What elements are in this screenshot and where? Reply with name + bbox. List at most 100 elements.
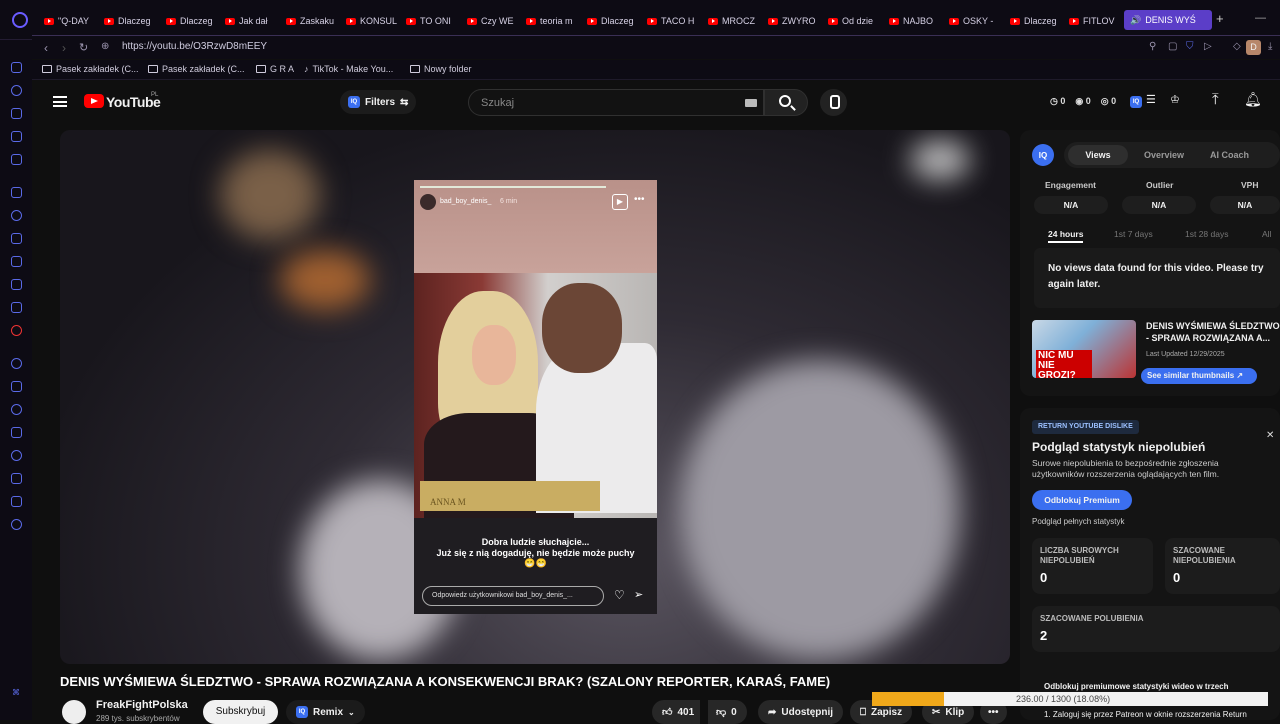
forward-icon[interactable]: › — [62, 41, 66, 55]
sidebar-telegram-icon[interactable] — [11, 233, 22, 244]
bookmark-item[interactable]: Nowy folder — [410, 64, 472, 74]
play-icon[interactable]: ▷ — [1204, 41, 1212, 52]
profile-avatar[interactable]: D — [1246, 40, 1261, 55]
list-icon[interactable]: ☰ — [1146, 93, 1156, 106]
tab-item[interactable]: Od dzie — [828, 13, 880, 29]
sidebar-settings-icon[interactable] — [11, 519, 22, 530]
sidebar-history-icon[interactable] — [11, 85, 22, 96]
sidebar-mail-icon[interactable] — [11, 62, 22, 73]
tab-item[interactable]: Dlaczeg — [587, 13, 639, 29]
pin-icon[interactable]: ⚲ — [1149, 41, 1156, 52]
share-button[interactable]: ➦ Udostępnij — [758, 700, 844, 724]
search-input[interactable]: Szukaj — [468, 89, 764, 116]
sidebar-notes-icon[interactable] — [11, 131, 22, 142]
search-button[interactable] — [764, 89, 808, 116]
story-image: ANNA M — [414, 273, 657, 518]
tab-active[interactable]: 🔊 DENIS WYŚ — [1124, 10, 1212, 30]
sidebar-messenger-icon[interactable] — [11, 210, 22, 221]
notifications-icon[interactable]: 🔔︎ — [1244, 91, 1262, 108]
story-reply-input[interactable]: Odpowiedz użytkownikowi bad_boy_denis_..… — [422, 586, 604, 606]
upload-icon[interactable]: ⤒ — [1212, 91, 1219, 108]
reload-icon[interactable]: ↻ — [79, 41, 88, 54]
tab-item[interactable]: Dlaczeg — [104, 13, 156, 29]
bookmark-item[interactable]: ♪ TikTok - Make You... — [304, 64, 393, 74]
sidebar-bag-icon[interactable] — [11, 108, 22, 119]
tab-item[interactable]: Dlaczeg — [166, 13, 218, 29]
sidebar-m-icon[interactable] — [11, 154, 22, 165]
trophy-icon[interactable]: ♔ — [1170, 93, 1180, 106]
extensions-icon[interactable]: ◇ — [1233, 41, 1241, 52]
sidebar-x-icon[interactable] — [11, 279, 22, 290]
thumbnail-image[interactable]: NIC MU NIE GROZI? — [1032, 320, 1136, 378]
like-button[interactable]: 👍︎ 401 — [652, 700, 701, 724]
subscribe-button[interactable]: Subskrybuj — [203, 700, 278, 724]
bookmark-item[interactable]: G R A — [256, 64, 294, 74]
overlay-progress-track: 236.00 / 1300 (18.08%) — [872, 692, 1268, 706]
tab-views[interactable]: Views — [1068, 145, 1128, 165]
sidebar-twitch-icon[interactable] — [11, 187, 22, 198]
range-7d[interactable]: 1st 7 days — [1114, 229, 1153, 239]
send-icon[interactable]: ➢ — [634, 588, 643, 601]
channel-name[interactable]: FreakFightPolska — [96, 699, 188, 711]
raw-dislikes-card: LICZBA SUROWYCH NIEPOLUBIEŃ 0 — [1032, 538, 1153, 594]
similar-thumbnails-button[interactable]: See similar thumbnails ↗ — [1141, 368, 1257, 384]
screenshot-icon[interactable]: ▢ — [1168, 41, 1177, 52]
video-blur — [280, 250, 370, 310]
more-icon[interactable]: ••• — [634, 194, 645, 205]
unlock-premium-button[interactable]: Odblokuj Premium — [1032, 490, 1132, 510]
tab-item[interactable]: Czy WE — [467, 13, 519, 29]
tab-item[interactable]: Zaskaku — [286, 13, 338, 29]
sidebar-vivaldi-icon[interactable] — [11, 325, 22, 336]
range-28d[interactable]: 1st 28 days — [1185, 229, 1228, 239]
download-icon[interactable]: ⤓ — [1268, 41, 1272, 52]
close-icon[interactable]: ✕ — [1266, 430, 1274, 441]
minimize-icon[interactable]: — — [1255, 12, 1266, 24]
tab-item[interactable]: KONSUL — [346, 13, 398, 29]
bookmark-item[interactable]: Pasek zakładek (C... — [42, 64, 139, 74]
range-all[interactable]: All — [1262, 229, 1271, 239]
sidebar-clock-icon[interactable] — [11, 450, 22, 461]
tab-item[interactable]: Dlaczeg — [1010, 13, 1062, 29]
tab-item[interactable]: MROCZ — [708, 13, 760, 29]
iq-header-icon[interactable]: IQ — [1130, 96, 1142, 108]
youtube-favicon-icon — [44, 17, 54, 25]
sidebar-puzzle-icon[interactable] — [11, 496, 22, 507]
menu-icon[interactable] — [53, 96, 67, 107]
voice-search-icon[interactable] — [820, 89, 847, 116]
sidebar-spotify-icon[interactable] — [11, 358, 22, 369]
browser-logo-icon[interactable] — [12, 12, 28, 28]
sidebar-discord-icon[interactable] — [11, 302, 22, 313]
new-tab-icon[interactable]: + — [1216, 11, 1224, 26]
range-24h[interactable]: 24 hours — [1048, 229, 1084, 243]
dislike-button[interactable]: 👎︎ 0 — [708, 700, 747, 724]
sidebar-download-icon[interactable] — [11, 473, 22, 484]
tab-item[interactable]: teoria m — [526, 13, 578, 29]
shield-icon[interactable]: ⛉ — [1186, 41, 1194, 52]
back-icon[interactable]: ‹ — [44, 41, 48, 55]
sidebar-collapse-icon[interactable]: ⌘ — [12, 688, 20, 697]
tab-item[interactable]: FITLOV — [1069, 13, 1121, 29]
tab-ai-coach[interactable]: AI Coach — [1210, 150, 1249, 160]
channel-avatar[interactable] — [62, 700, 86, 724]
tab-item[interactable]: OSKY - — [949, 13, 1001, 29]
sidebar-send-icon[interactable] — [11, 381, 22, 392]
heart-icon[interactable]: ♡ — [614, 588, 625, 602]
tab-item[interactable]: NAJBO — [889, 13, 941, 29]
bookmark-item[interactable]: Pasek zakładek (C... — [148, 64, 245, 74]
bookmarks-bar: Pasek zakładek (C... Pasek zakładek (C..… — [32, 60, 1280, 80]
url-field[interactable]: https://youtu.be/O3RzwD8mEEY — [122, 41, 267, 52]
tab-item[interactable]: "Q-DAY — [44, 13, 96, 29]
sidebar-cards-icon[interactable] — [11, 427, 22, 438]
tab-item[interactable]: TACO H — [647, 13, 699, 29]
keyboard-icon[interactable] — [745, 99, 757, 107]
youtube-logo-icon[interactable] — [84, 94, 104, 108]
remix-button[interactable]: IQ Remix ⌄ — [286, 700, 365, 724]
tab-item[interactable]: Jak dał — [225, 13, 277, 29]
tab-overview[interactable]: Overview — [1144, 150, 1184, 160]
sidebar-instagram-icon[interactable] — [11, 256, 22, 267]
filters-button[interactable]: IQ Filters ⇆ — [340, 90, 416, 114]
story-play-icon[interactable]: ▶ — [612, 194, 628, 210]
sidebar-heart-icon[interactable] — [11, 404, 22, 415]
tab-item[interactable]: TO ONI — [406, 13, 458, 29]
tab-item[interactable]: ZWYRO — [768, 13, 820, 29]
